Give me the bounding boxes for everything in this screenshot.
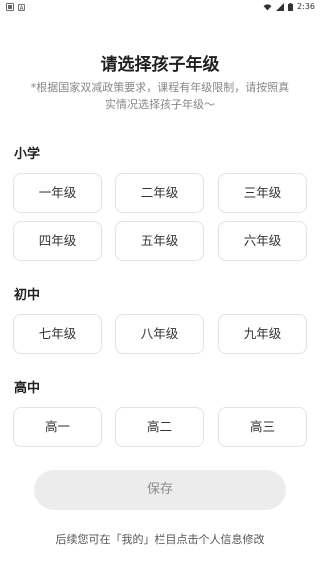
status-time: 2:36 [297,2,315,11]
signal-icon [276,2,285,11]
status-bar-right: 2:36 [263,2,315,11]
a-icon: A [18,3,25,12]
grade-button-12[interactable]: 高三 [218,407,307,447]
policy-notice: *根据国家双减政策要求，课程有年级限制，请按照真实情况选择孩子年级～ [30,81,290,111]
grade-button-8[interactable]: 八年级 [115,314,204,354]
section-middle-school-title: 初中 [14,288,41,303]
status-bar: A 2:36 [0,0,320,14]
grade-button-1[interactable]: 一年级 [13,173,102,213]
grade-button-3[interactable]: 三年级 [218,173,307,213]
grade-button-11[interactable]: 高二 [115,407,204,447]
notification-icon [6,3,14,11]
footer-note: 后续您可在「我的」栏目点击个人信息修改 [55,533,265,546]
grade-button-7[interactable]: 七年级 [13,314,102,354]
grade-button-5[interactable]: 五年级 [115,221,204,261]
section-high-school-title: 高中 [14,381,41,396]
grade-button-10[interactable]: 高一 [13,407,102,447]
page-title: 请选择孩子年级 [100,55,220,75]
status-bar-left: A [6,3,25,12]
save-button[interactable]: 保存 [34,470,286,510]
section-primary-school-title: 小学 [14,147,41,162]
grade-button-2[interactable]: 二年级 [115,173,204,213]
grade-button-9[interactable]: 九年级 [218,314,307,354]
wifi-icon [263,3,272,10]
battery-icon [288,2,294,11]
grade-button-4[interactable]: 四年级 [13,221,102,261]
grade-button-6[interactable]: 六年级 [218,221,307,261]
